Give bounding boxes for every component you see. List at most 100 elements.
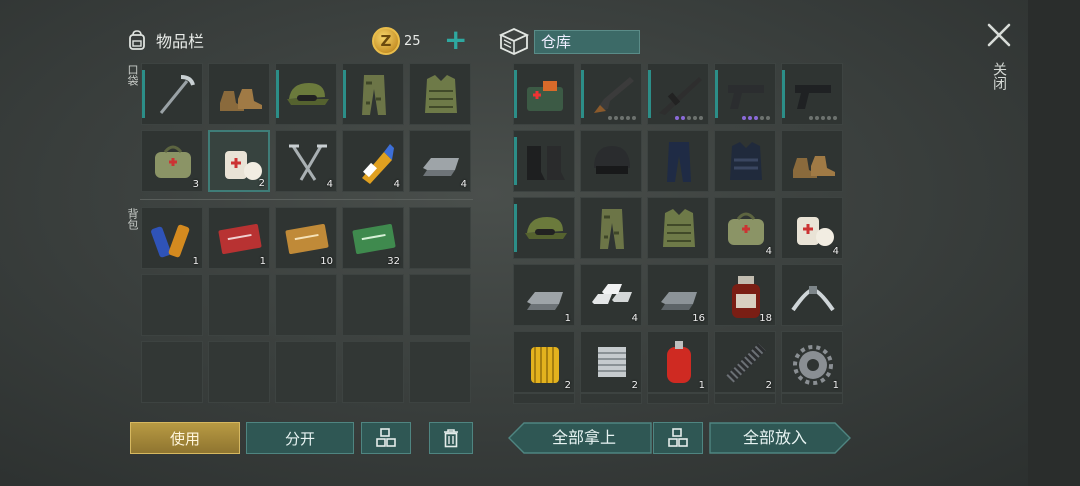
boots-icon: [793, 156, 835, 178]
item-slot[interactable]: 18: [714, 264, 776, 326]
gas-canister-icon: [667, 341, 691, 383]
empty-slot[interactable]: [141, 341, 203, 403]
partial-slot[interactable]: [781, 393, 843, 404]
item-slot[interactable]: 4: [409, 130, 471, 192]
item-slot[interactable]: 4: [342, 130, 404, 192]
item-slot[interactable]: [513, 63, 575, 125]
aluminum-ingots-icon: [592, 284, 632, 304]
item-slot[interactable]: 10: [275, 207, 337, 269]
partial-slot[interactable]: [714, 393, 776, 404]
iron-ingot-icon: [527, 292, 563, 310]
empty-slot[interactable]: [342, 341, 404, 403]
item-quantity: 4: [631, 313, 638, 324]
item-slot[interactable]: [781, 63, 843, 125]
helmet-icon: [594, 146, 630, 174]
partial-slot[interactable]: [647, 393, 709, 404]
medkit-bag-icon: [728, 212, 764, 245]
item-slot[interactable]: [513, 197, 575, 259]
glue-icon: [362, 144, 394, 184]
item-slot[interactable]: [141, 63, 203, 125]
empty-slot[interactable]: [275, 341, 337, 403]
split-button[interactable]: 分开: [246, 422, 354, 454]
item-slot[interactable]: 2: [513, 331, 575, 393]
item-slot[interactable]: 4: [781, 197, 843, 259]
item-slot[interactable]: [580, 197, 642, 259]
item-slot[interactable]: 2: [714, 331, 776, 393]
assault-rifle-icon: [659, 77, 702, 115]
sort-inventory-button[interactable]: [361, 422, 411, 454]
partial-slot[interactable]: [513, 393, 575, 404]
item-quantity: 1: [192, 256, 199, 267]
item-slot[interactable]: [647, 130, 709, 192]
empty-slot[interactable]: [208, 341, 270, 403]
inventory-header: 物品栏: [126, 28, 204, 52]
item-slot[interactable]: [580, 63, 642, 125]
camo-cap-icon: [525, 217, 567, 239]
item-slot[interactable]: 32: [342, 207, 404, 269]
item-slot[interactable]: [580, 130, 642, 192]
item-slot[interactable]: 1: [141, 207, 203, 269]
add-coins-button[interactable]: +: [444, 26, 467, 54]
item-slot[interactable]: 4: [275, 130, 337, 192]
put-all-button[interactable]: 全部放入: [712, 422, 838, 454]
warehouse-tab[interactable]: 仓库: [534, 30, 640, 54]
empty-slot[interactable]: [141, 274, 203, 336]
item-quantity: 4: [460, 179, 467, 190]
item-quantity: 32: [387, 256, 400, 267]
item-slot[interactable]: [208, 63, 270, 125]
equipped-marker: [782, 70, 785, 118]
trash-icon: [444, 429, 458, 448]
item-quantity: 4: [393, 179, 400, 190]
item-slot[interactable]: 1: [647, 331, 709, 393]
empty-slot[interactable]: [409, 207, 471, 269]
item-slot[interactable]: 16: [647, 264, 709, 326]
item-slot[interactable]: [513, 130, 575, 192]
combat-boots-icon: [527, 146, 565, 180]
item-slot[interactable]: [781, 264, 843, 326]
close-label[interactable]: 关闭: [990, 62, 1008, 90]
equipped-marker: [648, 70, 651, 118]
item-quantity: 2: [765, 380, 772, 391]
item-slot[interactable]: [647, 63, 709, 125]
empty-slot[interactable]: [409, 341, 471, 403]
item-slot[interactable]: 2: [580, 331, 642, 393]
empty-slot[interactable]: [275, 274, 337, 336]
durability-dots: [742, 116, 770, 120]
pocket-label: 口袋: [126, 64, 139, 86]
item-slot[interactable]: 1: [781, 331, 843, 393]
sort-warehouse-button[interactable]: [653, 422, 703, 454]
item-slot[interactable]: [714, 130, 776, 192]
equipped-marker: [514, 137, 517, 185]
item-slot[interactable]: [714, 63, 776, 125]
item-slot[interactable]: 3: [141, 130, 203, 192]
item-slot[interactable]: 1: [208, 207, 270, 269]
use-button[interactable]: 使用: [130, 422, 240, 454]
item-slot[interactable]: [781, 130, 843, 192]
partial-slot[interactable]: [580, 393, 642, 404]
boots-icon: [220, 89, 262, 111]
item-slot[interactable]: [275, 63, 337, 125]
take-all-button[interactable]: 全部拿上: [520, 422, 648, 454]
delete-button[interactable]: [429, 422, 473, 454]
police-vest-icon: [730, 142, 762, 180]
grid-sort-icon: [668, 428, 688, 447]
empty-slot[interactable]: [208, 274, 270, 336]
durability-dots: [608, 116, 636, 120]
shotgun-icon: [594, 77, 634, 113]
close-icon[interactable]: [986, 22, 1012, 48]
backpack-icon: [129, 30, 145, 50]
equipped-marker: [514, 204, 517, 252]
empty-slot[interactable]: [342, 274, 404, 336]
equipped-marker: [343, 70, 346, 118]
item-slot[interactable]: [342, 63, 404, 125]
item-slot[interactable]: [409, 63, 471, 125]
empty-slot[interactable]: [409, 274, 471, 336]
item-slot[interactable]: 4: [580, 264, 642, 326]
item-slot[interactable]: 2: [208, 130, 270, 192]
camo-vest-icon: [663, 209, 695, 247]
item-slot[interactable]: [647, 197, 709, 259]
bandage-icon: [797, 217, 834, 246]
item-slot[interactable]: 1: [513, 264, 575, 326]
nails-icon: [289, 144, 327, 181]
item-slot[interactable]: 4: [714, 197, 776, 259]
